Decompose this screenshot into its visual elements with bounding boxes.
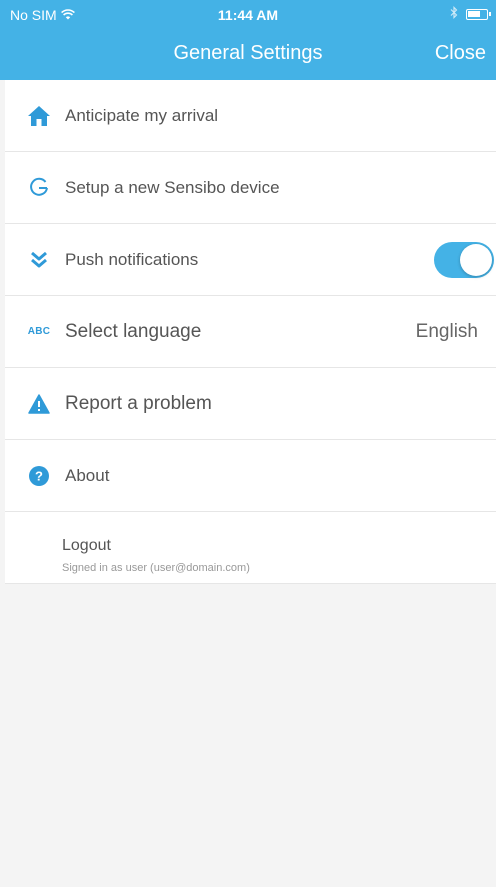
settings-item-label: Select language — [65, 320, 202, 342]
battery-icon — [466, 8, 491, 20]
status-right — [450, 6, 491, 22]
settings-list: Anticipate my arrival Setup a new Sensib… — [5, 80, 496, 584]
abc-icon: ABC — [27, 326, 51, 337]
logout-label: Logout — [62, 537, 111, 554]
status-bar: No SIM 11:44 AM — [0, 0, 496, 30]
help-icon-glyph: ? — [35, 468, 43, 483]
header-bar: No SIM 11:44 AM General Settings Close — [0, 0, 496, 80]
chevrons-down-icon — [27, 248, 51, 272]
clock: 11:44 AM — [217, 7, 279, 23]
bluetooth-icon — [450, 6, 458, 22]
selected-language: English — [415, 320, 478, 342]
signed-in-as-label: Signed in as user (user@domain.com) — [62, 562, 250, 574]
settings-item-push-notifications[interactable]: Push notifications — [5, 224, 496, 296]
settings-item-label: Setup a new Sensibo device — [65, 177, 280, 197]
push-notifications-toggle[interactable] — [434, 241, 494, 278]
setup-icon — [27, 176, 51, 200]
settings-item-label: Push notifications — [65, 249, 199, 269]
warning-icon — [27, 392, 51, 416]
settings-item-report-problem[interactable]: Report a problem — [5, 368, 496, 440]
page-title: General Settings — [173, 42, 323, 64]
settings-item-select-language[interactable]: ABC Select language English — [5, 296, 496, 368]
settings-item-label: Report a problem — [65, 392, 212, 414]
settings-item-label: About — [65, 465, 110, 485]
settings-item-about[interactable]: ? About — [5, 440, 496, 512]
logout-button[interactable]: Logout Signed in as user (user@domain.co… — [5, 512, 496, 584]
close-button[interactable]: Close — [435, 42, 486, 65]
toggle-knob — [460, 243, 492, 276]
help-icon: ? — [27, 464, 51, 488]
navigation-bar: General Settings Close — [0, 30, 496, 80]
settings-item-setup-device[interactable]: Setup a new Sensibo device — [5, 152, 496, 224]
settings-item-anticipate-arrival[interactable]: Anticipate my arrival — [5, 80, 496, 152]
home-icon — [27, 104, 51, 128]
settings-item-label: Anticipate my arrival — [65, 105, 219, 125]
